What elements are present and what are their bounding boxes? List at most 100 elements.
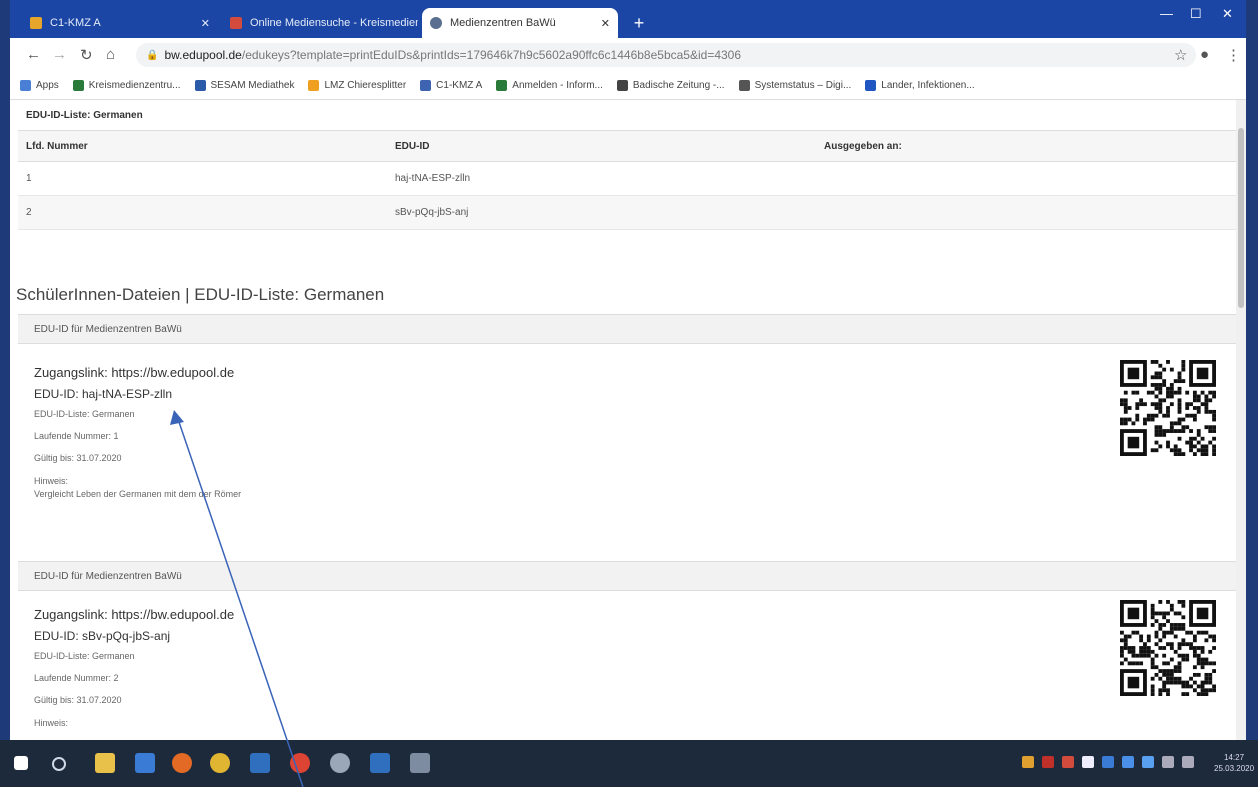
new-tab-button[interactable]: + xyxy=(628,12,650,34)
desktop-edge-right xyxy=(1246,0,1258,740)
edge-browser-icon[interactable] xyxy=(135,753,155,773)
hinweis-label: Hinweis: xyxy=(34,718,69,728)
scrollbar-thumb[interactable] xyxy=(1238,128,1244,308)
chrome-icon[interactable] xyxy=(210,753,230,773)
bookmark-favicon-icon xyxy=(20,80,31,91)
zugangslink: Zugangslink: https://bw.edupool.de xyxy=(34,365,235,380)
file-explorer-icon[interactable] xyxy=(95,753,115,773)
lock-icon: 🔒 xyxy=(146,49,159,61)
tray-icon[interactable] xyxy=(1142,756,1154,768)
cell-nummer: 1 xyxy=(18,161,387,196)
card-body: Zugangslink: https://bw.edupool.de EDU-I… xyxy=(34,365,934,501)
mediensuche-favicon-icon xyxy=(230,17,242,29)
laufende-nummer: Laufende Nummer: 1 xyxy=(34,431,119,441)
column-header-ausgegeben: Ausgegeben an: xyxy=(816,130,1236,162)
clock-date: 25.03.2020 xyxy=(1214,764,1255,773)
url-path: /edukeys?template=printEduIDs&printIds=1… xyxy=(241,48,742,62)
bookmark-favicon-icon xyxy=(865,80,877,91)
tab-medienzentren[interactable]: Medienzentren BaWü ✕ xyxy=(422,8,618,38)
bookmark-label: Kreismedienzentru... xyxy=(88,80,181,91)
tray-icon[interactable] xyxy=(1082,756,1094,768)
bookmark-item[interactable]: Apps xyxy=(20,80,59,91)
bookmark-label: Anmelden - Inform... xyxy=(512,80,603,91)
app-icon[interactable] xyxy=(250,753,270,773)
bookmark-item[interactable]: C1-KMZ A xyxy=(420,80,482,91)
bookmark-label: C1-KMZ A xyxy=(436,80,483,91)
zugangslink: Zugangslink: https://bw.edupool.de xyxy=(34,607,235,622)
column-header-eduid: EDU-ID xyxy=(387,130,816,162)
edu-id-liste: EDU-ID-Liste: Germanen xyxy=(34,409,135,419)
table-row: 1 haj-tNA-ESP-zlln xyxy=(18,161,1236,196)
tray-volume-icon[interactable] xyxy=(1182,756,1194,768)
bookmark-favicon-icon xyxy=(308,80,320,91)
bookmark-item[interactable]: Anmelden - Inform... xyxy=(496,80,603,91)
tray-pdf-icon[interactable] xyxy=(1042,756,1054,768)
maximize-icon[interactable]: ☐ xyxy=(1190,6,1202,22)
table-row: 2 sBv-pQq-jbS-anj xyxy=(18,195,1236,230)
remote-icon[interactable] xyxy=(370,753,390,773)
gueltig-bis: Gültig bis: 31.07.2020 xyxy=(34,695,122,705)
bookmark-item[interactable]: Systemstatus – Digi... xyxy=(738,80,851,91)
tray-icon[interactable] xyxy=(1102,756,1114,768)
kmz-favicon-icon xyxy=(30,17,42,29)
tab-bar: C1-KMZ A ✕ Online Mediensuche - Kreismed… xyxy=(10,0,1246,38)
taskbar: 14:27 25.03.2020 xyxy=(0,740,1258,787)
bookmarks-bar: Apps Kreismedienzentru... SESAM Mediathek L… xyxy=(10,72,1246,100)
bookmark-favicon-icon xyxy=(496,80,508,91)
globe-favicon-icon xyxy=(430,17,442,29)
minimize-icon[interactable]: — xyxy=(1160,6,1173,21)
bookmark-item[interactable]: Lander, Infektionen... xyxy=(865,80,975,91)
column-header-nummer: Lfd. Nummer xyxy=(18,130,387,162)
gueltig-bis: Gültig bis: 31.07.2020 xyxy=(34,453,122,463)
card-body: Zugangslink: https://bw.edupool.de EDU-I… xyxy=(34,607,934,730)
home-icon[interactable]: ⌂ xyxy=(106,46,115,63)
tray-icon[interactable] xyxy=(1062,756,1074,768)
tray-network-icon[interactable] xyxy=(1162,756,1174,768)
laufende-nummer: Laufende Nummer: 2 xyxy=(34,673,119,683)
tray-icon[interactable] xyxy=(1022,756,1034,768)
bookmark-label: LMZ Chieresplitter xyxy=(324,80,407,91)
bookmark-item[interactable]: SESAM Mediathek xyxy=(194,80,294,91)
navigation-bar: ← → ↻ ⌂ 🔒 bw.edupool.de /edukeys?templat… xyxy=(10,38,1246,73)
chrome-active-icon[interactable] xyxy=(290,753,310,773)
cell-eduid: haj-tNA-ESP-zlln xyxy=(387,161,816,196)
close-window-icon[interactable]: ✕ xyxy=(1222,6,1233,22)
settings-icon[interactable] xyxy=(330,753,350,773)
bookmark-favicon-icon xyxy=(420,80,432,91)
address-bar[interactable]: 🔒 bw.edupool.de /edukeys?template=printE… xyxy=(136,43,1196,67)
calculator-icon[interactable] xyxy=(410,753,430,773)
bookmark-item[interactable]: Badische Zeitung -... xyxy=(616,80,725,91)
search-icon[interactable] xyxy=(52,757,66,771)
forward-icon[interactable]: → xyxy=(52,46,67,63)
browser-window: C1-KMZ A ✕ Online Mediensuche - Kreismed… xyxy=(10,0,1246,740)
tab-mediensuche[interactable]: Online Mediensuche - Kreismedienzentrum … xyxy=(222,8,418,38)
tab-c1-kmz[interactable]: C1-KMZ A ✕ xyxy=(22,8,218,38)
bookmark-label: Lander, Infektionen... xyxy=(881,80,975,91)
profile-icon[interactable]: ● xyxy=(1200,46,1209,63)
section-heading: SchülerInnen-Dateien | EDU-ID-Liste: Ger… xyxy=(16,285,385,304)
bookmark-item[interactable]: Kreismedienzentru... xyxy=(72,80,181,91)
close-tab-icon[interactable]: ✕ xyxy=(601,17,610,30)
menu-icon[interactable]: ⋮ xyxy=(1226,46,1241,64)
taskbar-clock[interactable]: 14:27 25.03.2020 xyxy=(1214,752,1254,774)
bookmark-favicon-icon xyxy=(72,80,84,91)
bookmark-item[interactable]: LMZ Chieresplitter xyxy=(308,80,406,91)
bookmark-favicon-icon xyxy=(738,80,750,91)
firefox-icon[interactable] xyxy=(172,753,192,773)
card-header: EDU-ID für Medienzentren BaWü xyxy=(18,561,1236,591)
back-icon[interactable]: ← xyxy=(26,46,41,63)
hinweis-text: Vergleicht Leben der Germanen mit dem de… xyxy=(34,489,242,499)
url-domain: bw.edupool.de xyxy=(164,48,242,62)
bookmark-label: Apps xyxy=(36,80,59,91)
cell-eduid: sBv-pQq-jbS-anj xyxy=(387,195,816,230)
tray-icon[interactable] xyxy=(1122,756,1134,768)
close-tab-icon[interactable]: ✕ xyxy=(201,17,210,30)
bookmark-star-icon[interactable]: ☆ xyxy=(1174,46,1187,64)
reload-icon[interactable]: ↻ xyxy=(80,46,93,64)
edu-id-value: EDU-ID: sBv-pQq-jbS-anj xyxy=(34,629,171,643)
page-content: EDU-ID-Liste: Germanen Lfd. Nummer EDU-I… xyxy=(10,100,1236,740)
start-icon[interactable] xyxy=(14,756,28,770)
card-header: EDU-ID für Medienzentren BaWü xyxy=(18,314,1236,344)
tab-label: Medienzentren BaWü xyxy=(450,17,556,29)
bookmark-favicon-icon xyxy=(194,80,206,91)
